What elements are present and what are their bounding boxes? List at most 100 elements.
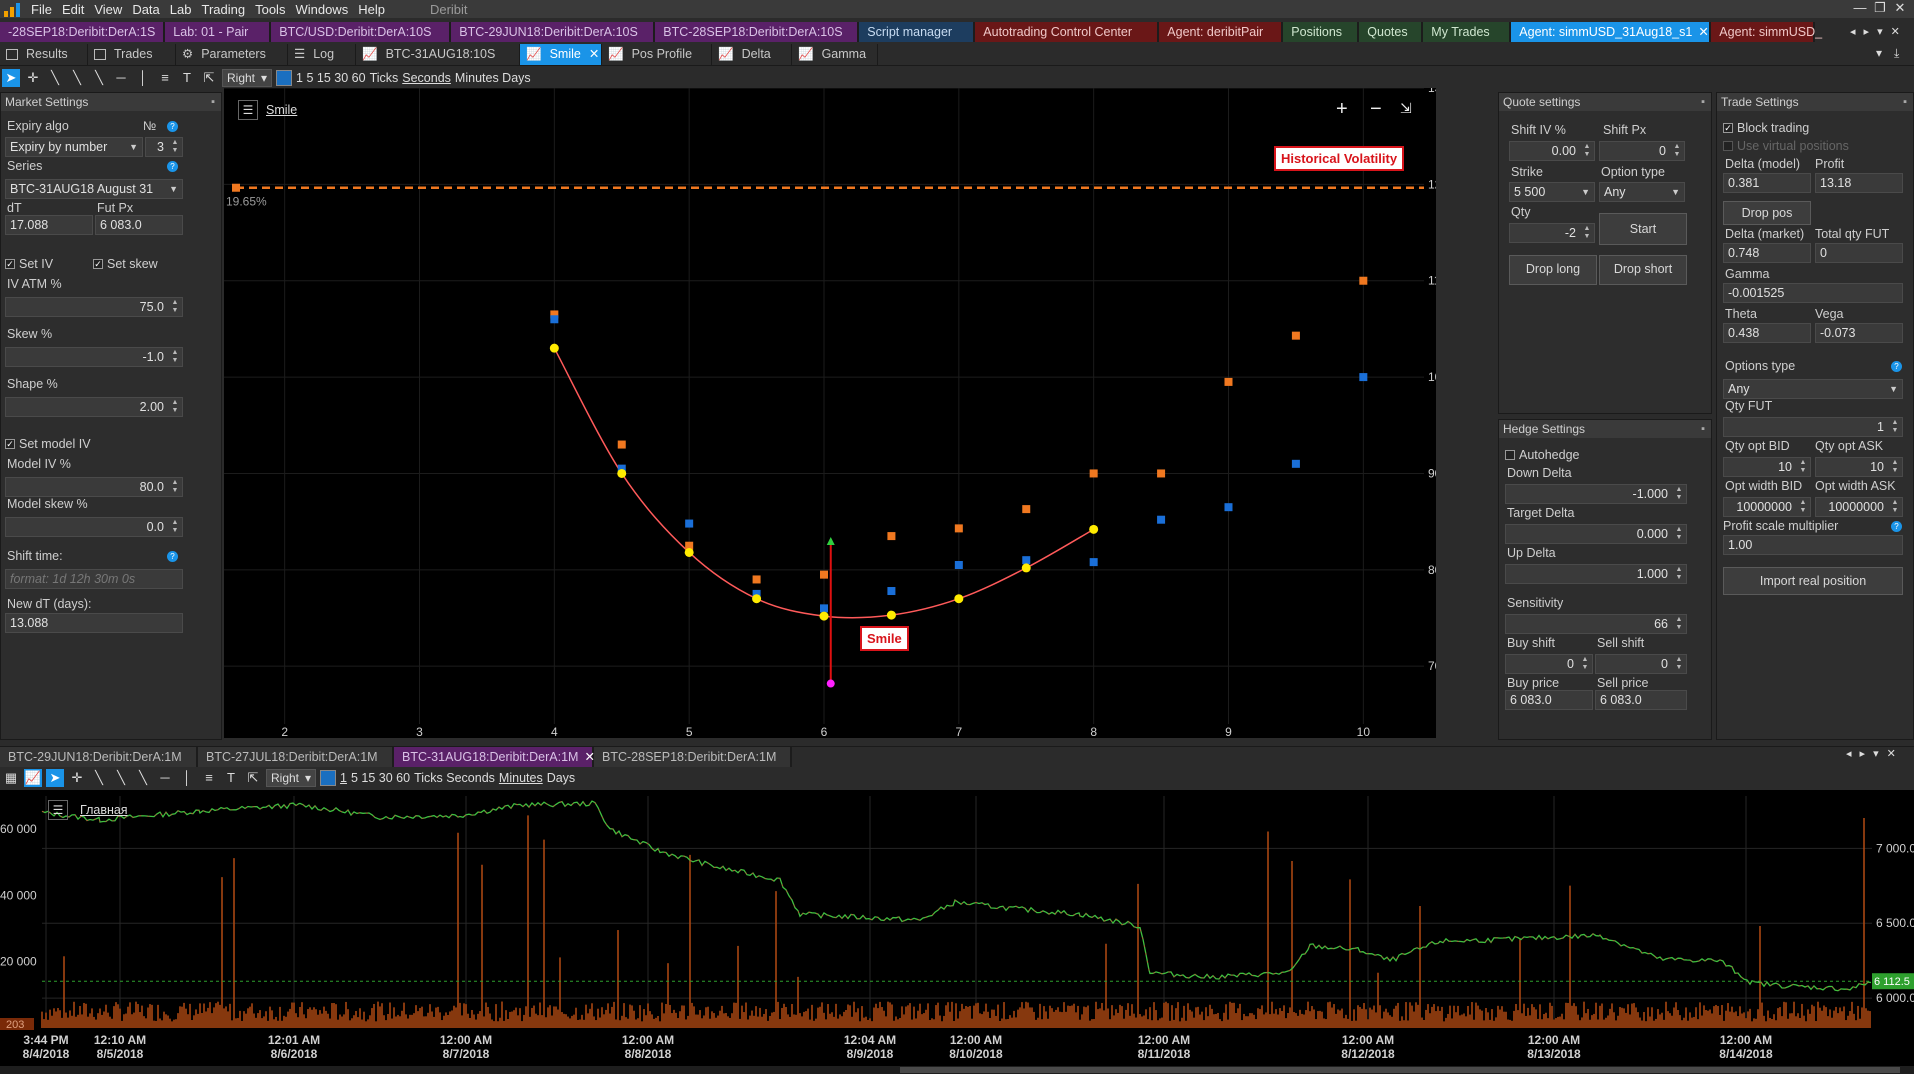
spinner-icon[interactable]: ▲ ▼ xyxy=(1889,419,1901,435)
profit-scale-field[interactable]: 1.00 xyxy=(1723,535,1903,555)
units-prefix[interactable]: Ticks xyxy=(370,71,399,85)
qty-stepper[interactable]: -2 ▲ ▼ xyxy=(1509,223,1595,243)
model-iv-stepper[interactable]: 80.0 ▲ ▼ xyxy=(5,477,183,497)
spinner-icon[interactable]: ▲ ▼ xyxy=(1889,499,1901,515)
close-tab-icon[interactable]: ✕ xyxy=(589,44,599,65)
pin-icon[interactable]: ▪ xyxy=(1701,93,1705,111)
tab-parameters[interactable]: ⚙ Parameters xyxy=(176,44,288,65)
set-model-iv-checkbox[interactable]: ✓ Set model IV xyxy=(5,437,91,451)
close-all-icon[interactable]: ✕ xyxy=(1887,747,1896,760)
set-skew-checkbox[interactable]: ✓ Set skew xyxy=(93,257,158,271)
doc-tab[interactable]: Script manager xyxy=(859,22,976,42)
start-button[interactable]: Start xyxy=(1599,213,1687,245)
help-icon[interactable]: ? xyxy=(167,161,178,172)
chart-menu-icon[interactable]: ☰ xyxy=(238,100,258,120)
shape-stepper[interactable]: 2.00 ▲ ▼ xyxy=(5,397,183,417)
spinner-icon[interactable]: ▲ ▼ xyxy=(169,519,181,535)
pointer-icon[interactable]: ➤ xyxy=(46,769,64,787)
autohedge-checkbox[interactable]: Autohedge xyxy=(1505,448,1579,462)
skew-stepper[interactable]: -1.0 ▲ ▼ xyxy=(5,347,183,367)
zoom-out-icon[interactable]: − xyxy=(1370,98,1382,121)
restore-icon[interactable]: ❐ xyxy=(1870,0,1890,18)
help-icon[interactable]: ? xyxy=(1891,361,1902,372)
fib-tool-icon[interactable]: ≡ xyxy=(200,769,218,787)
layout-icon[interactable]: ▦ xyxy=(2,769,20,787)
down-delta-stepper[interactable]: -1.000 ▲ ▼ xyxy=(1505,484,1687,504)
interval-first[interactable]: 1 xyxy=(340,771,347,785)
tab-smile[interactable]: 📈 Smile ✕ xyxy=(520,44,602,65)
shift-iv-stepper[interactable]: 0.00 ▲ ▼ xyxy=(1509,141,1595,161)
drop-long-button[interactable]: Drop long xyxy=(1509,255,1597,285)
minimize-icon[interactable]: — xyxy=(1850,0,1870,18)
line-tool-icon[interactable]: ╲ xyxy=(90,769,108,787)
pin-icon[interactable]: ▪ xyxy=(211,93,215,111)
tab-delta[interactable]: 📈 Delta xyxy=(712,44,792,65)
doc-tab[interactable]: Autotrading Control Center xyxy=(975,22,1160,42)
set-iv-checkbox[interactable]: ✓ Set IV xyxy=(5,257,53,271)
spinner-icon[interactable]: ▲ ▼ xyxy=(169,349,181,365)
price-chart[interactable]: 6 112.5 60 000 40 000 20 000 203 7 000.0 6 500… xyxy=(0,790,1914,1074)
doc-tab[interactable]: BTC/USD:Deribit:DerA:10S xyxy=(271,22,452,42)
units-prefix[interactable]: Ticks Seconds xyxy=(414,771,495,785)
pin-icon[interactable]: ▪ xyxy=(1903,93,1907,111)
drop-short-button[interactable]: Drop short xyxy=(1599,255,1687,285)
expiry-algo-select[interactable]: Expiry by number ▼ xyxy=(5,137,143,157)
buy-shift-stepper[interactable]: 0 ▲ ▼ xyxy=(1505,654,1593,674)
qty-opt-bid-stepper[interactable]: 10 ▲ ▼ xyxy=(1723,457,1811,477)
fit-icon[interactable]: ⇲ xyxy=(1400,100,1412,117)
chart-title[interactable]: Smile xyxy=(266,103,297,117)
doc-tab[interactable]: Agent: simmUSD_ xyxy=(1711,22,1822,42)
fib-tool-icon[interactable]: ≡ xyxy=(156,69,174,87)
doc-tab[interactable]: BTC-29JUN18:Deribit:DerA:10S xyxy=(451,22,656,42)
tab-trades[interactable]: Trades xyxy=(88,44,176,65)
smile-chart[interactable]: 2 3 4 5 6 7 8 9 10 70% 80% 90% 100% 110% 120% 130% 19.65… xyxy=(224,88,1436,738)
tab-list-icon[interactable]: ▾ xyxy=(1873,747,1879,760)
options-type-select[interactable]: Any ▼ xyxy=(1723,379,1903,399)
line-tool-icon[interactable]: ╲ xyxy=(46,69,64,87)
chart-menu-icon[interactable]: ☰ xyxy=(48,800,68,820)
doc-tab[interactable]: Lab: 01 - Pair xyxy=(165,22,272,42)
units-selected[interactable]: Seconds xyxy=(402,71,451,85)
interval-selector[interactable]: 1 5 15 30 60 xyxy=(296,71,366,85)
help-icon[interactable]: ? xyxy=(167,551,178,562)
help-icon[interactable]: ? xyxy=(1891,521,1902,532)
tab-gamma[interactable]: 📈 Gamma xyxy=(792,44,878,65)
tab-results[interactable]: Results xyxy=(0,44,88,65)
spinner-icon[interactable]: ▲ ▼ xyxy=(1673,616,1685,632)
doc-tab[interactable]: Positions xyxy=(1283,22,1360,42)
spinner-icon[interactable]: ▲ ▼ xyxy=(169,399,181,415)
zoom-in-icon[interactable]: + xyxy=(1336,98,1348,121)
block-trading-checkbox[interactable]: ✓ Block trading xyxy=(1723,121,1809,135)
cursor-tool-icon[interactable]: ⇱ xyxy=(200,69,218,87)
sell-shift-stepper[interactable]: 0 ▲ ▼ xyxy=(1595,654,1687,674)
segment-tool-icon[interactable]: ╲ xyxy=(90,69,108,87)
spinner-icon[interactable]: ▲ ▼ xyxy=(169,479,181,495)
spinner-icon[interactable]: ▲ ▼ xyxy=(1579,656,1591,672)
align-select[interactable]: Right ▾ xyxy=(222,69,273,87)
close-all-icon[interactable]: ✕ xyxy=(1891,22,1900,42)
spinner-icon[interactable]: ▲ ▼ xyxy=(1797,499,1809,515)
chart-type-icon[interactable]: 📈 xyxy=(24,769,42,787)
scroll-left-icon[interactable]: ◂ xyxy=(1850,22,1856,42)
model-skew-stepper[interactable]: 0.0 ▲ ▼ xyxy=(5,517,183,537)
tab-chart-btc[interactable]: 📈 BTC-31AUG18:10S xyxy=(356,44,520,65)
qty-fut-stepper[interactable]: 1 ▲ ▼ xyxy=(1723,417,1903,437)
doc-tab[interactable]: Agent: deribitPair xyxy=(1159,22,1284,42)
shift-time-input[interactable]: format: 1d 12h 30m 0s xyxy=(5,569,183,589)
tab-log[interactable]: ☰ Log xyxy=(288,44,356,65)
expiry-number-stepper[interactable]: 3 ▲ ▼ xyxy=(145,137,183,157)
doc-tab[interactable]: Quotes xyxy=(1359,22,1424,42)
import-real-position-button[interactable]: Import real position xyxy=(1723,567,1903,595)
units-rest[interactable]: Days xyxy=(547,771,575,785)
spinner-icon[interactable]: ▲ ▼ xyxy=(1581,143,1593,159)
bottom-tab-active[interactable]: BTC-31AUG18:Deribit:DerA:1M ✕ xyxy=(394,747,595,767)
menu-edit[interactable]: Edit xyxy=(57,2,89,17)
menu-trading[interactable]: Trading xyxy=(196,2,250,17)
doc-tab[interactable]: BTC-28SEP18:Deribit:DerA:10S xyxy=(655,22,860,42)
bottom-tab[interactable]: BTC-27JUL18:Deribit:DerA:1M xyxy=(198,747,394,767)
spinner-icon[interactable]: ▲ ▼ xyxy=(1581,225,1593,241)
doc-tab-active[interactable]: Agent: simmUSD_31Aug18_s1 ✕ xyxy=(1511,22,1712,42)
interval-selector[interactable]: 5 15 30 60 xyxy=(351,771,410,785)
vline-tool-icon[interactable]: │ xyxy=(178,769,196,787)
hline-tool-icon[interactable]: ─ xyxy=(112,69,130,87)
